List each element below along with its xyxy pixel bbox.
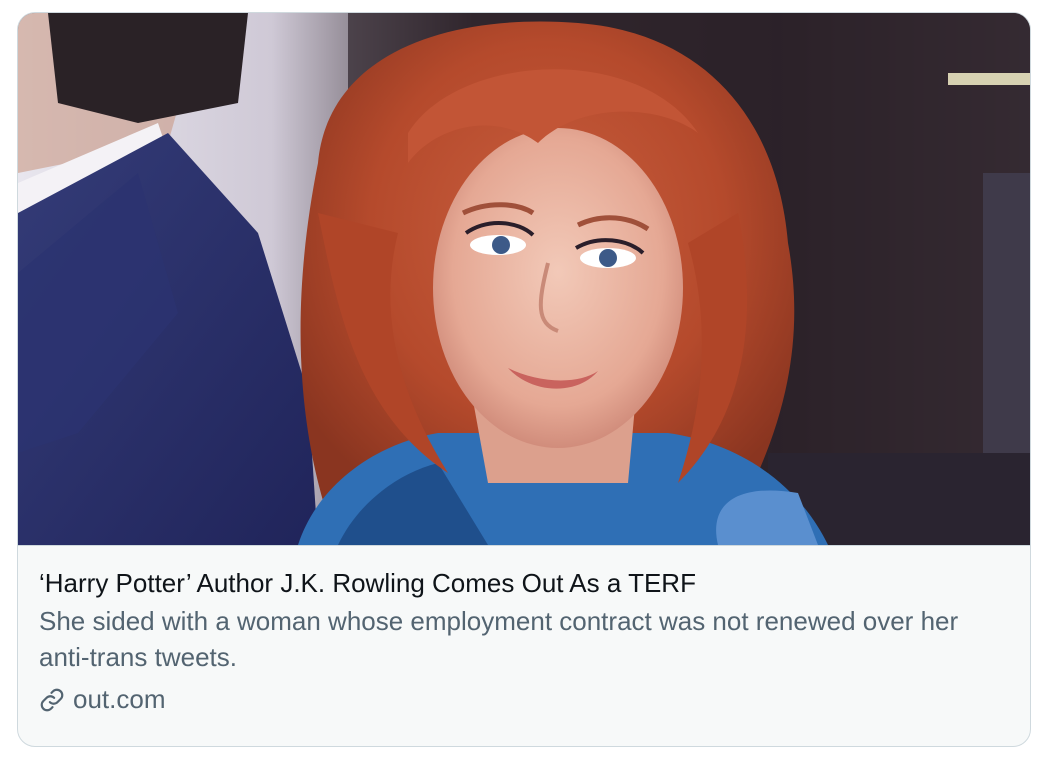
source-domain[interactable]: out.com [73,681,166,717]
source-link[interactable]: out.com [39,681,1010,717]
card-text[interactable]: ‘Harry Potter’ Author J.K. Rowling Comes… [39,565,1010,717]
link-preview-card[interactable]: ‘Harry Potter’ Author J.K. Rowling Comes… [17,12,1031,747]
article-description: She sided with a woman whose employment … [39,606,959,672]
article-thumbnail-image[interactable] [18,13,1030,545]
link-icon [39,686,65,712]
article-headline[interactable]: ‘Harry Potter’ Author J.K. Rowling Comes… [39,565,1010,601]
card-divider [18,545,1030,546]
